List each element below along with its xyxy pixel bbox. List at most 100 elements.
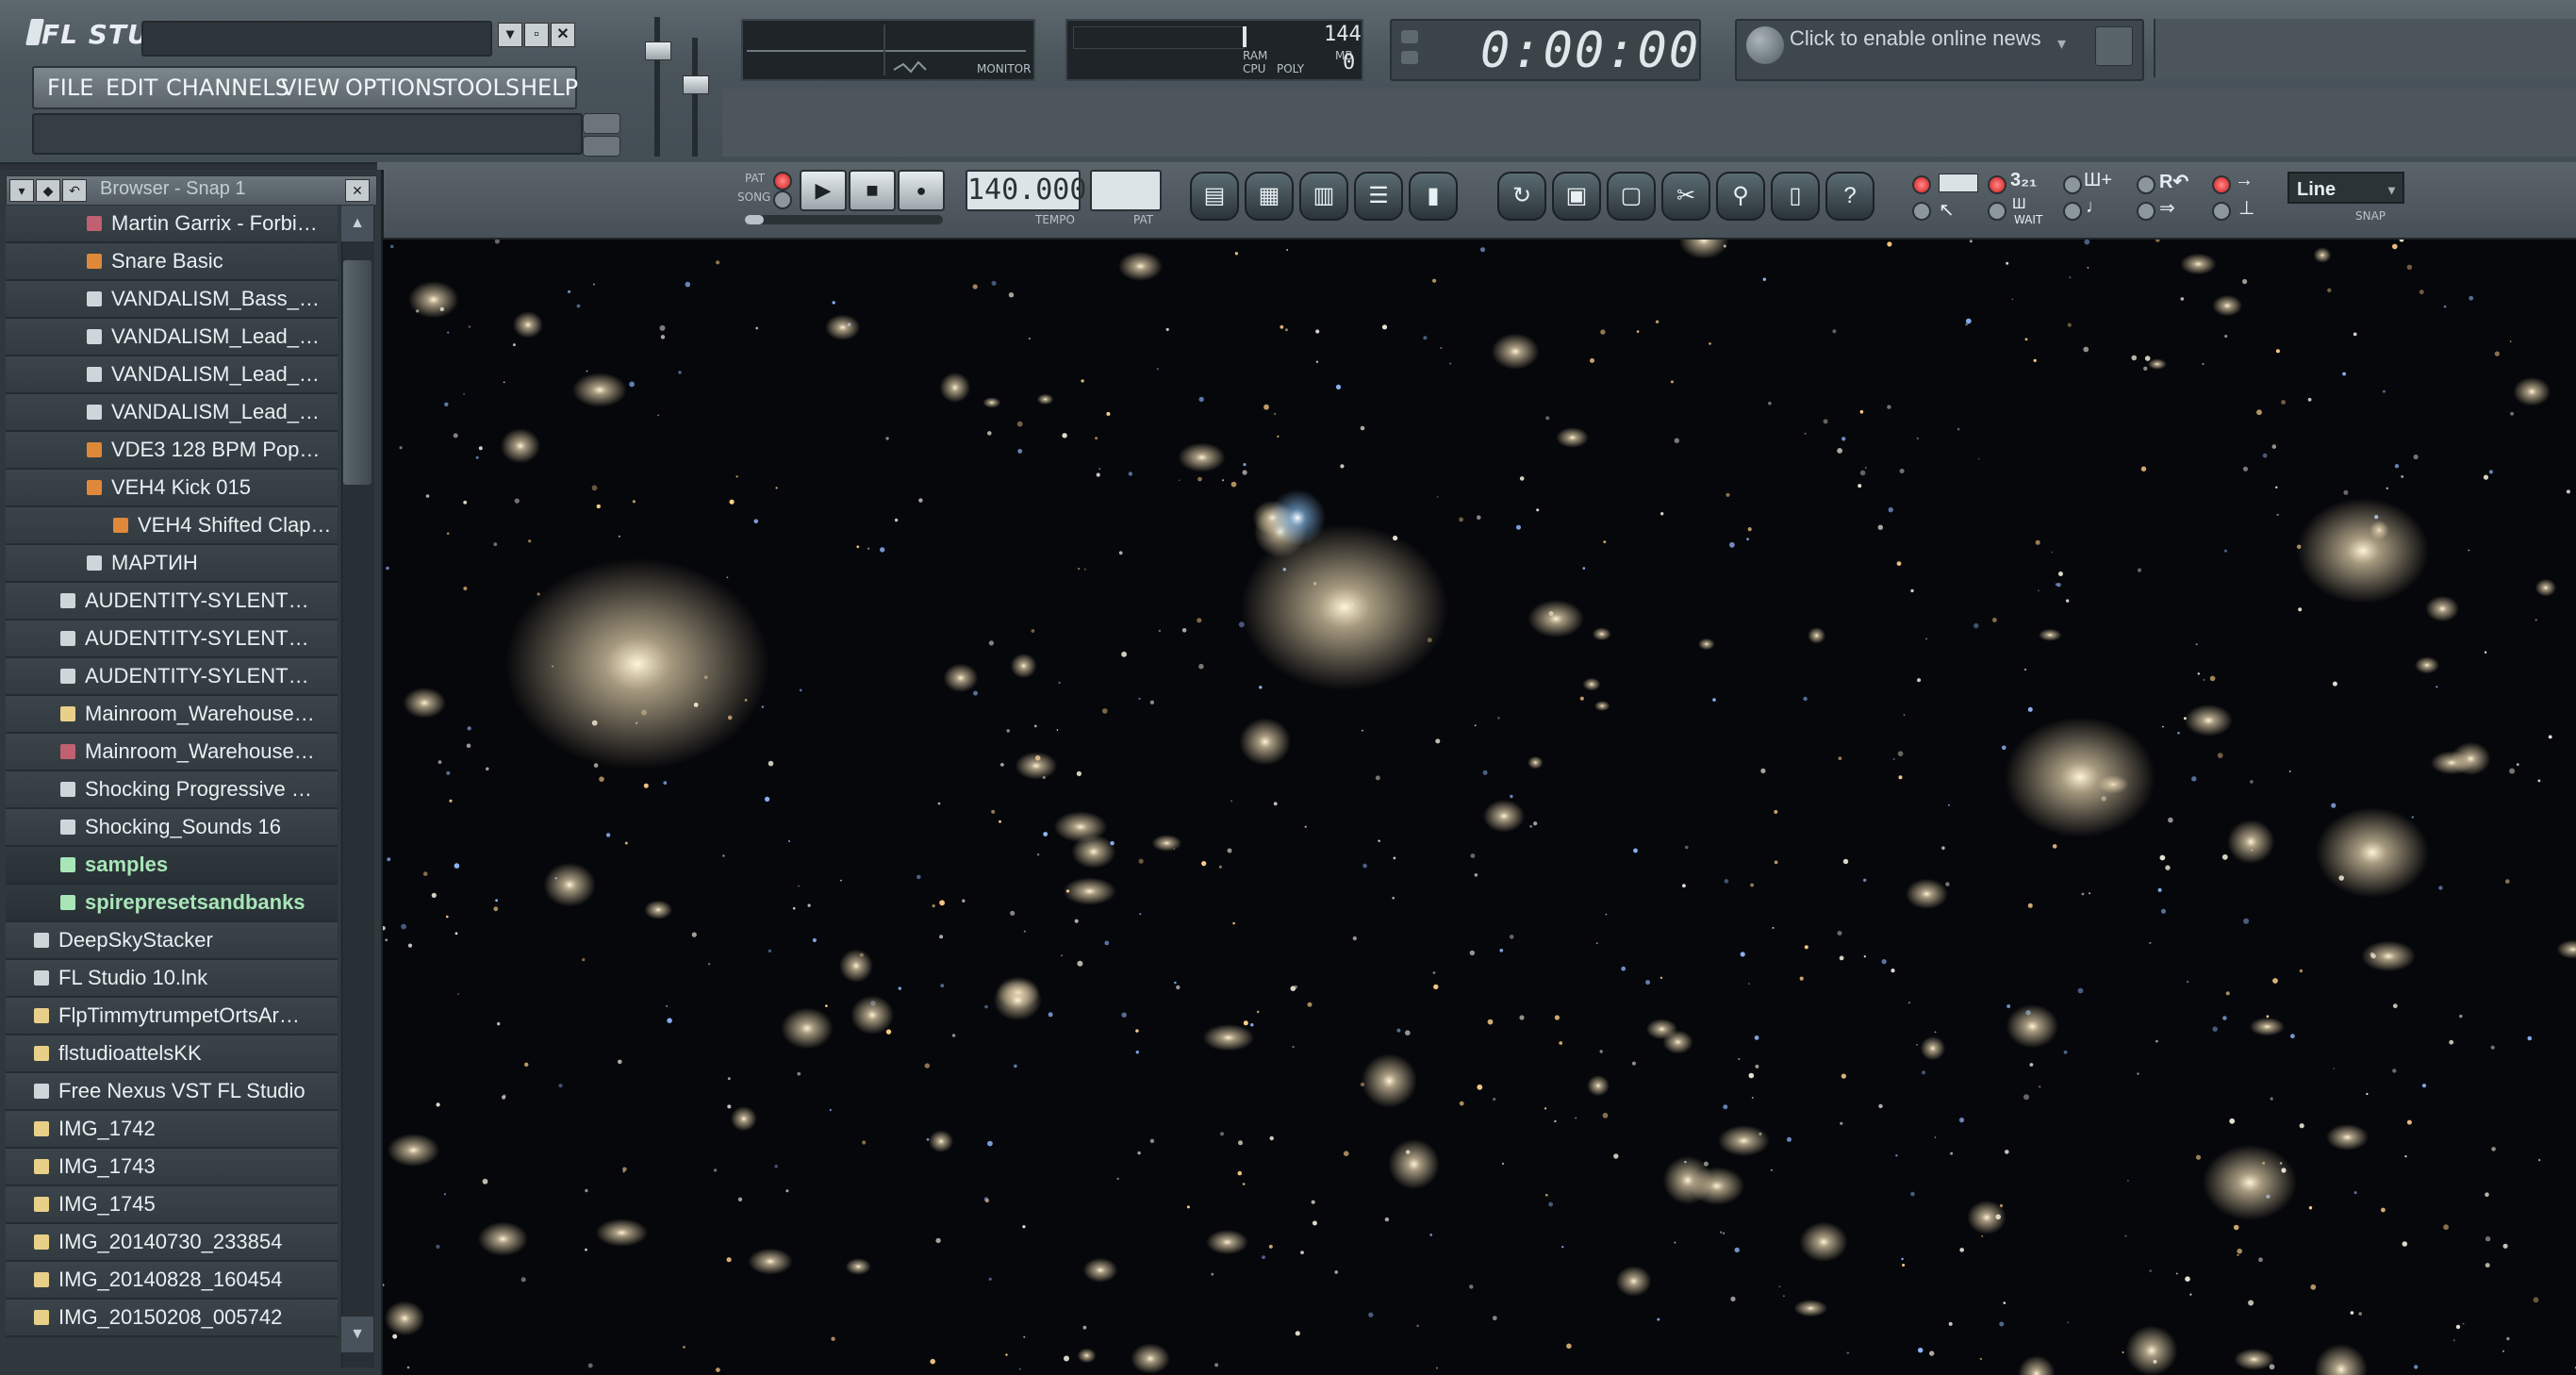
step-sequencer-icon[interactable]: ▦	[1245, 172, 1294, 221]
restore-button[interactable]: ▫	[524, 23, 549, 47]
browser-file[interactable]: AUDENTITY-SYLENT…	[6, 621, 338, 658]
cut-icon[interactable]: ✂	[1661, 172, 1710, 221]
browser-file[interactable]: IMG_1743	[6, 1149, 338, 1186]
loop-record-icon[interactable]: R↶	[2159, 170, 2188, 193]
browser-file[interactable]: IMG_1745	[6, 1186, 338, 1224]
browser-file[interactable]: IMG_1742	[6, 1111, 338, 1149]
wait-led[interactable]	[1988, 202, 2006, 221]
blend-notes-led[interactable]	[2212, 175, 2231, 194]
help-icon[interactable]: ?	[1825, 172, 1874, 221]
snap-select[interactable]: Line ▾	[2287, 172, 2404, 204]
scroll-icon[interactable]: ♩	[2086, 196, 2105, 218]
browser-file[interactable]: VANDALISM_Lead_…	[6, 356, 338, 394]
browser-file[interactable]: VEH4 Kick 015	[6, 470, 338, 507]
metronome-led[interactable]	[1912, 175, 1931, 194]
browser-folder[interactable]: samples	[6, 847, 338, 885]
position-track[interactable]	[745, 215, 943, 224]
browser-file[interactable]: IMG_20150208_005742	[6, 1300, 338, 1337]
browser-file[interactable]: Shocking_Sounds 16	[6, 809, 338, 847]
menu-options[interactable]: OPTIONS	[345, 72, 446, 104]
browser-file[interactable]: VANDALISM_Lead_…	[6, 319, 338, 356]
browser-title[interactable]: Browser - Snap 1	[100, 178, 246, 200]
browser-file[interactable]: VANDALISM_Bass_…	[6, 281, 338, 319]
browser-file[interactable]: IMG_20140730_233854	[6, 1224, 338, 1262]
browser-file[interactable]: FL Studio 10.lnk	[6, 960, 338, 998]
blend-notes-icon[interactable]: →	[2235, 170, 2254, 191]
metronome-icon[interactable]	[1939, 174, 1978, 192]
piano-roll-icon[interactable]: ▥	[1299, 172, 1348, 221]
step-edit-led[interactable]	[2063, 175, 2082, 194]
menu-file[interactable]: FILE	[47, 72, 93, 104]
multilink-led[interactable]	[2137, 202, 2155, 221]
browser-file[interactable]: flstudioattelsKK	[6, 1035, 338, 1073]
browser-file[interactable]: Martin Garrix - Forbi…	[6, 206, 338, 243]
browser-back-icon[interactable]: ↶	[62, 179, 87, 202]
multilink-icon[interactable]: ⇒	[2159, 196, 2175, 220]
menu-channels[interactable]: CHANNELS	[166, 72, 289, 104]
menu-view[interactable]: VIEW	[281, 72, 339, 104]
undo-icon[interactable]: ↻	[1497, 172, 1546, 221]
browser-file[interactable]: Mainroom_Warehouse…	[6, 734, 338, 771]
browser-file[interactable]: МАРТИН	[6, 545, 338, 583]
stop-button[interactable]: ■	[849, 170, 896, 211]
find-icon[interactable]: ⚲	[1716, 172, 1765, 221]
menu-help[interactable]: HELP	[520, 72, 578, 104]
browser-up-icon[interactable]: ◆	[36, 179, 60, 202]
pattern-display[interactable]	[1090, 170, 1162, 211]
news-dropdown-icon[interactable]: ▾	[2057, 34, 2066, 54]
position-thumb[interactable]	[745, 215, 764, 224]
hint-toggle-button[interactable]	[583, 113, 620, 134]
news-button[interactable]	[2095, 26, 2133, 66]
song-mode-led[interactable]	[773, 191, 792, 209]
browser-file[interactable]: AUDENTITY-SYLENT…	[6, 583, 338, 621]
notes-icon[interactable]: ▯	[1771, 172, 1820, 221]
browser-file[interactable]: IMG_20140828_160454	[6, 1262, 338, 1300]
clock-mode-up-icon[interactable]	[1401, 30, 1418, 43]
close-button[interactable]: ✕	[551, 23, 575, 47]
browser-file[interactable]: AUDENTITY-SYLENT…	[6, 658, 338, 696]
typing-keyboard-led[interactable]	[1912, 202, 1931, 221]
browser-file[interactable]: Mainroom_Warehouse…	[6, 696, 338, 734]
browser-file[interactable]: Free Nexus VST FL Studio	[6, 1073, 338, 1111]
master-pitch-slider[interactable]	[683, 75, 709, 94]
save-as-icon[interactable]: ▢	[1607, 172, 1656, 221]
browser-file[interactable]: VANDALISM_Lead_…	[6, 394, 338, 432]
monitor-panel[interactable]: MONITOR	[741, 19, 1035, 81]
playlist-icon[interactable]: ▤	[1190, 172, 1239, 221]
countdown-led[interactable]	[1988, 175, 2006, 194]
tempo-tap-led[interactable]	[2212, 202, 2231, 221]
scroll-thumb[interactable]	[343, 260, 372, 485]
menu-edit[interactable]: EDIT	[106, 72, 157, 104]
tempo-tap-icon[interactable]: ⊥	[2238, 196, 2254, 220]
minimize-button[interactable]: ▾	[498, 23, 522, 47]
clock-mode-down-icon[interactable]	[1401, 51, 1418, 64]
mixer-icon[interactable]: ▮	[1409, 172, 1458, 221]
step-edit-icon[interactable]: Ш+	[2084, 170, 2112, 191]
browser-folder[interactable]: spirepresetsandbanks	[6, 885, 338, 922]
save-icon[interactable]: ▣	[1552, 172, 1601, 221]
tempo-display[interactable]: 140.000	[966, 170, 1086, 211]
loop-record-led[interactable]	[2137, 175, 2155, 194]
play-button[interactable]: ▶	[800, 170, 847, 211]
browser-file[interactable]: Snare Basic	[6, 243, 338, 281]
title-field[interactable]	[141, 21, 492, 57]
countdown-icon[interactable]: 3₂₁	[2010, 170, 2037, 191]
wait-icon[interactable]: Ш	[2012, 196, 2026, 213]
scroll-led[interactable]	[2063, 202, 2082, 221]
record-button[interactable]: ●	[898, 170, 945, 211]
scroll-up-icon[interactable]: ▲	[341, 206, 373, 241]
browser-close-button[interactable]: ✕	[345, 179, 370, 202]
typing-keyboard-icon[interactable]: ↖	[1939, 198, 1955, 222]
hint-options-button[interactable]	[583, 136, 620, 157]
menu-tools[interactable]: TOOLS	[443, 72, 520, 104]
scroll-down-icon[interactable]: ▼	[341, 1317, 373, 1352]
browser-menu-icon[interactable]: ▾	[9, 179, 34, 202]
online-news-text[interactable]: Click to enable online news	[1790, 26, 2041, 51]
browser-file[interactable]: VEH4 Shifted Clap…	[6, 507, 338, 545]
browser-file[interactable]: FlpTimmytrumpetOrtsAr…	[6, 998, 338, 1035]
pat-mode-led[interactable]	[773, 172, 792, 191]
browser-file[interactable]: VDE3 128 BPM Pop…	[6, 432, 338, 470]
browser-file[interactable]: Shocking Progressive …	[6, 771, 338, 809]
browser-file[interactable]: DeepSkyStacker	[6, 922, 338, 960]
master-volume-slider[interactable]	[645, 41, 671, 60]
